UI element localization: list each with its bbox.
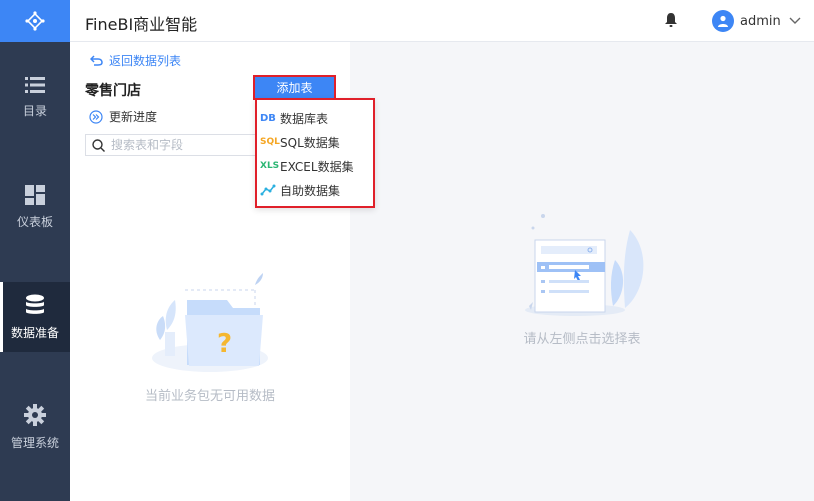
menu-item-sql-dataset[interactable]: SQL SQL数据集 [257, 130, 373, 154]
search-box[interactable] [85, 134, 265, 156]
database-icon [26, 294, 44, 314]
table-preview-panel: 请从左侧点击选择表 [350, 42, 814, 501]
search-input[interactable] [111, 138, 251, 152]
top-header: FineBI商业智能 admin [70, 0, 814, 42]
update-progress-link[interactable]: 更新进度 [89, 108, 157, 125]
user-menu[interactable]: admin [712, 10, 801, 32]
select-table-hint: 请从左侧点击选择表 [523, 332, 641, 347]
gear-icon [24, 403, 46, 426]
menu-item-label: 自助数据集 [280, 183, 341, 198]
sidebar-item-label: 仪表板 [16, 214, 53, 229]
sidebar-item-catalog[interactable]: 目录 [0, 62, 70, 132]
bell-icon[interactable] [664, 12, 678, 28]
database-table-icon: DB [260, 112, 276, 124]
logo-icon [25, 11, 45, 31]
list-icon [25, 76, 45, 93]
svg-text:?: ? [217, 329, 232, 359]
sidebar-item-label: 目录 [22, 103, 47, 118]
update-progress-label: 更新进度 [109, 110, 158, 124]
add-table-dropdown: DB 数据库表 SQL SQL数据集 XLS EXCEL数据集 自助数据集 [255, 98, 375, 208]
sidebar-item-admin[interactable]: 管理系统 [0, 392, 70, 462]
back-to-list-link[interactable]: 返回数据列表 [90, 52, 181, 69]
add-table-button[interactable]: 添加表 [253, 75, 336, 100]
avatar [712, 10, 734, 32]
update-icon [89, 109, 103, 124]
app-title: FineBI商业智能 [85, 15, 198, 34]
sidebar-item-data-prep[interactable]: 数据准备 [0, 282, 70, 352]
sidebar-item-dashboard[interactable]: 仪表板 [0, 172, 70, 242]
empty-package-message: 当前业务包无可用数据 [144, 389, 275, 404]
menu-item-self-service-dataset[interactable]: 自助数据集 [257, 178, 373, 202]
excel-icon: XLS [260, 161, 280, 171]
menu-item-label: 数据库表 [280, 111, 329, 126]
search-icon [92, 138, 105, 152]
menu-item-label: EXCEL数据集 [280, 159, 354, 174]
menu-item-database-table[interactable]: DB 数据库表 [257, 106, 373, 130]
logo[interactable] [0, 0, 70, 42]
sidebar-item-label: 管理系统 [10, 435, 59, 450]
dashboard-icon [25, 184, 45, 205]
self-service-icon [260, 183, 278, 197]
menu-item-label: SQL数据集 [280, 135, 340, 150]
back-arrow-icon [90, 55, 103, 66]
chevron-down-icon [789, 17, 801, 24]
select-table-illustration [525, 214, 644, 316]
package-title: 零售门店 [85, 83, 141, 99]
sidebar-item-label: 数据准备 [10, 325, 59, 340]
sidebar: 目录 仪表板 数据准备 管理系统 [0, 0, 70, 501]
sql-icon: SQL [260, 137, 280, 147]
empty-folder-illustration: ? [152, 273, 268, 372]
menu-item-excel-dataset[interactable]: XLS EXCEL数据集 [257, 154, 373, 178]
app-root: 目录 仪表板 数据准备 管理系统 FineBI商业智能 admin 返回数据列表… [0, 0, 814, 501]
user-name: admin [740, 13, 781, 29]
back-link-label: 返回数据列表 [109, 54, 182, 68]
user-icon [718, 15, 728, 27]
